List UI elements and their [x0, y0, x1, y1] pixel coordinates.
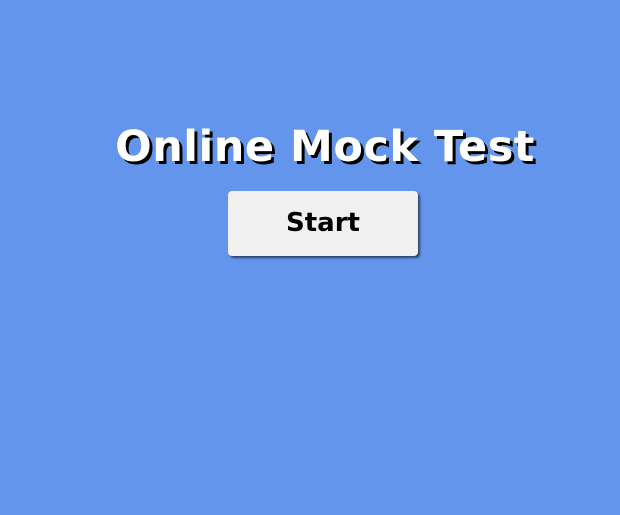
page-title: Online Mock Test	[115, 122, 535, 172]
page-container: Online Mock Test Start	[0, 0, 620, 515]
start-button[interactable]: Start	[228, 191, 418, 256]
